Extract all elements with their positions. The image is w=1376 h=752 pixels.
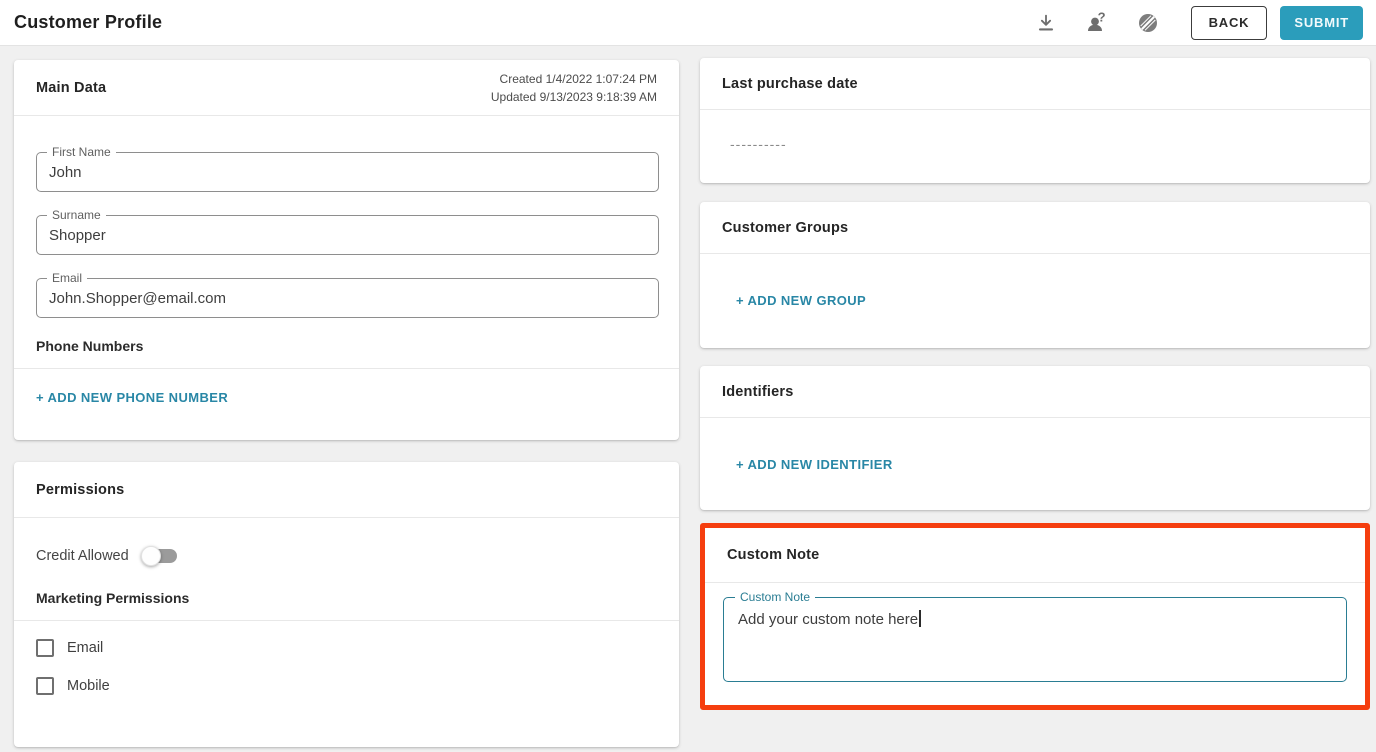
add-identifier-row: + ADD NEW IDENTIFIER bbox=[700, 418, 1370, 474]
text-cursor bbox=[919, 610, 921, 627]
created-timestamp: Created 1/4/2022 1:07:24 PM bbox=[491, 70, 657, 88]
top-bar: Customer Profile ? BACK SUBMIT bbox=[0, 0, 1376, 46]
phone-numbers-heading: Phone Numbers bbox=[36, 338, 659, 354]
last-purchase-card: Last purchase date ---------- bbox=[700, 58, 1370, 183]
permissions-card: Permissions Credit Allowed Marketing Per… bbox=[14, 462, 679, 747]
customer-groups-title: Customer Groups bbox=[722, 220, 848, 236]
email-value: John.Shopper@email.com bbox=[49, 290, 226, 307]
mobile-checkbox[interactable] bbox=[36, 677, 54, 695]
left-column: Main Data Created 1/4/2022 1:07:24 PM Up… bbox=[14, 58, 679, 747]
identifiers-title: Identifiers bbox=[722, 384, 794, 400]
custom-note-textarea[interactable]: Custom Note Add your custom note here bbox=[723, 597, 1347, 682]
anonymize-customer-icon[interactable]: ? bbox=[1085, 11, 1109, 35]
first-name-label: First Name bbox=[47, 145, 116, 160]
credit-allowed-row: Credit Allowed bbox=[36, 548, 657, 564]
last-purchase-title: Last purchase date bbox=[722, 76, 858, 92]
marketing-mobile-row: Mobile bbox=[36, 677, 657, 695]
identifiers-header: Identifiers bbox=[700, 366, 1370, 418]
first-name-field[interactable]: First Name John bbox=[36, 152, 659, 192]
custom-note-header: Custom Note bbox=[705, 528, 1365, 583]
surname-field[interactable]: Surname Shopper bbox=[36, 215, 659, 255]
add-group-button[interactable]: + ADD NEW GROUP bbox=[736, 293, 866, 308]
email-checkbox-label: Email bbox=[67, 640, 103, 656]
svg-text:?: ? bbox=[1097, 11, 1105, 25]
back-button[interactable]: BACK bbox=[1191, 6, 1268, 40]
page-title: Customer Profile bbox=[14, 12, 162, 33]
custom-note-card: Custom Note Custom Note Add your custom … bbox=[700, 523, 1370, 710]
customer-groups-card: Customer Groups + ADD NEW GROUP bbox=[700, 202, 1370, 348]
last-purchase-header: Last purchase date bbox=[700, 58, 1370, 110]
credit-allowed-toggle[interactable] bbox=[143, 549, 177, 563]
add-identifier-button[interactable]: + ADD NEW IDENTIFIER bbox=[736, 457, 893, 472]
gdpr-block-icon[interactable] bbox=[1136, 11, 1160, 35]
email-checkbox[interactable] bbox=[36, 639, 54, 657]
record-timestamps: Created 1/4/2022 1:07:24 PM Updated 9/13… bbox=[491, 70, 657, 106]
custom-note-value: Add your custom note here bbox=[738, 611, 918, 628]
marketing-email-row: Email bbox=[36, 639, 657, 657]
download-icon[interactable] bbox=[1034, 11, 1058, 35]
updated-timestamp: Updated 9/13/2023 9:18:39 AM bbox=[491, 88, 657, 106]
customer-groups-header: Customer Groups bbox=[700, 202, 1370, 254]
main-data-header: Main Data Created 1/4/2022 1:07:24 PM Up… bbox=[14, 60, 679, 116]
identifiers-card: Identifiers + ADD NEW IDENTIFIER bbox=[700, 366, 1370, 510]
main-data-card: Main Data Created 1/4/2022 1:07:24 PM Up… bbox=[14, 60, 679, 440]
custom-note-body: Custom Note Add your custom note here bbox=[705, 583, 1365, 682]
add-phone-number-button[interactable]: + ADD NEW PHONE NUMBER bbox=[36, 390, 228, 405]
toggle-thumb bbox=[141, 546, 161, 566]
mobile-checkbox-label: Mobile bbox=[67, 678, 110, 694]
credit-allowed-label: Credit Allowed bbox=[36, 548, 129, 564]
add-phone-row: + ADD NEW PHONE NUMBER bbox=[14, 369, 679, 407]
add-group-row: + ADD NEW GROUP bbox=[700, 254, 1370, 310]
first-name-value: John bbox=[49, 164, 82, 181]
marketing-divider bbox=[14, 620, 679, 621]
submit-button[interactable]: SUBMIT bbox=[1280, 6, 1363, 40]
last-purchase-value: ---------- bbox=[700, 110, 1370, 152]
email-field[interactable]: Email John.Shopper@email.com bbox=[36, 278, 659, 318]
surname-value: Shopper bbox=[49, 227, 106, 244]
email-label: Email bbox=[47, 271, 87, 286]
custom-note-field-label: Custom Note bbox=[735, 590, 815, 605]
permissions-title: Permissions bbox=[36, 482, 124, 498]
marketing-permissions-heading: Marketing Permissions bbox=[36, 590, 659, 606]
main-data-title: Main Data bbox=[36, 80, 106, 96]
custom-note-title: Custom Note bbox=[727, 547, 819, 563]
right-column: Last purchase date ---------- Customer G… bbox=[700, 58, 1370, 747]
permissions-header: Permissions bbox=[14, 462, 679, 518]
top-bar-actions: ? BACK SUBMIT bbox=[1034, 6, 1363, 40]
content-area: Main Data Created 1/4/2022 1:07:24 PM Up… bbox=[0, 46, 1376, 747]
surname-label: Surname bbox=[47, 208, 106, 223]
